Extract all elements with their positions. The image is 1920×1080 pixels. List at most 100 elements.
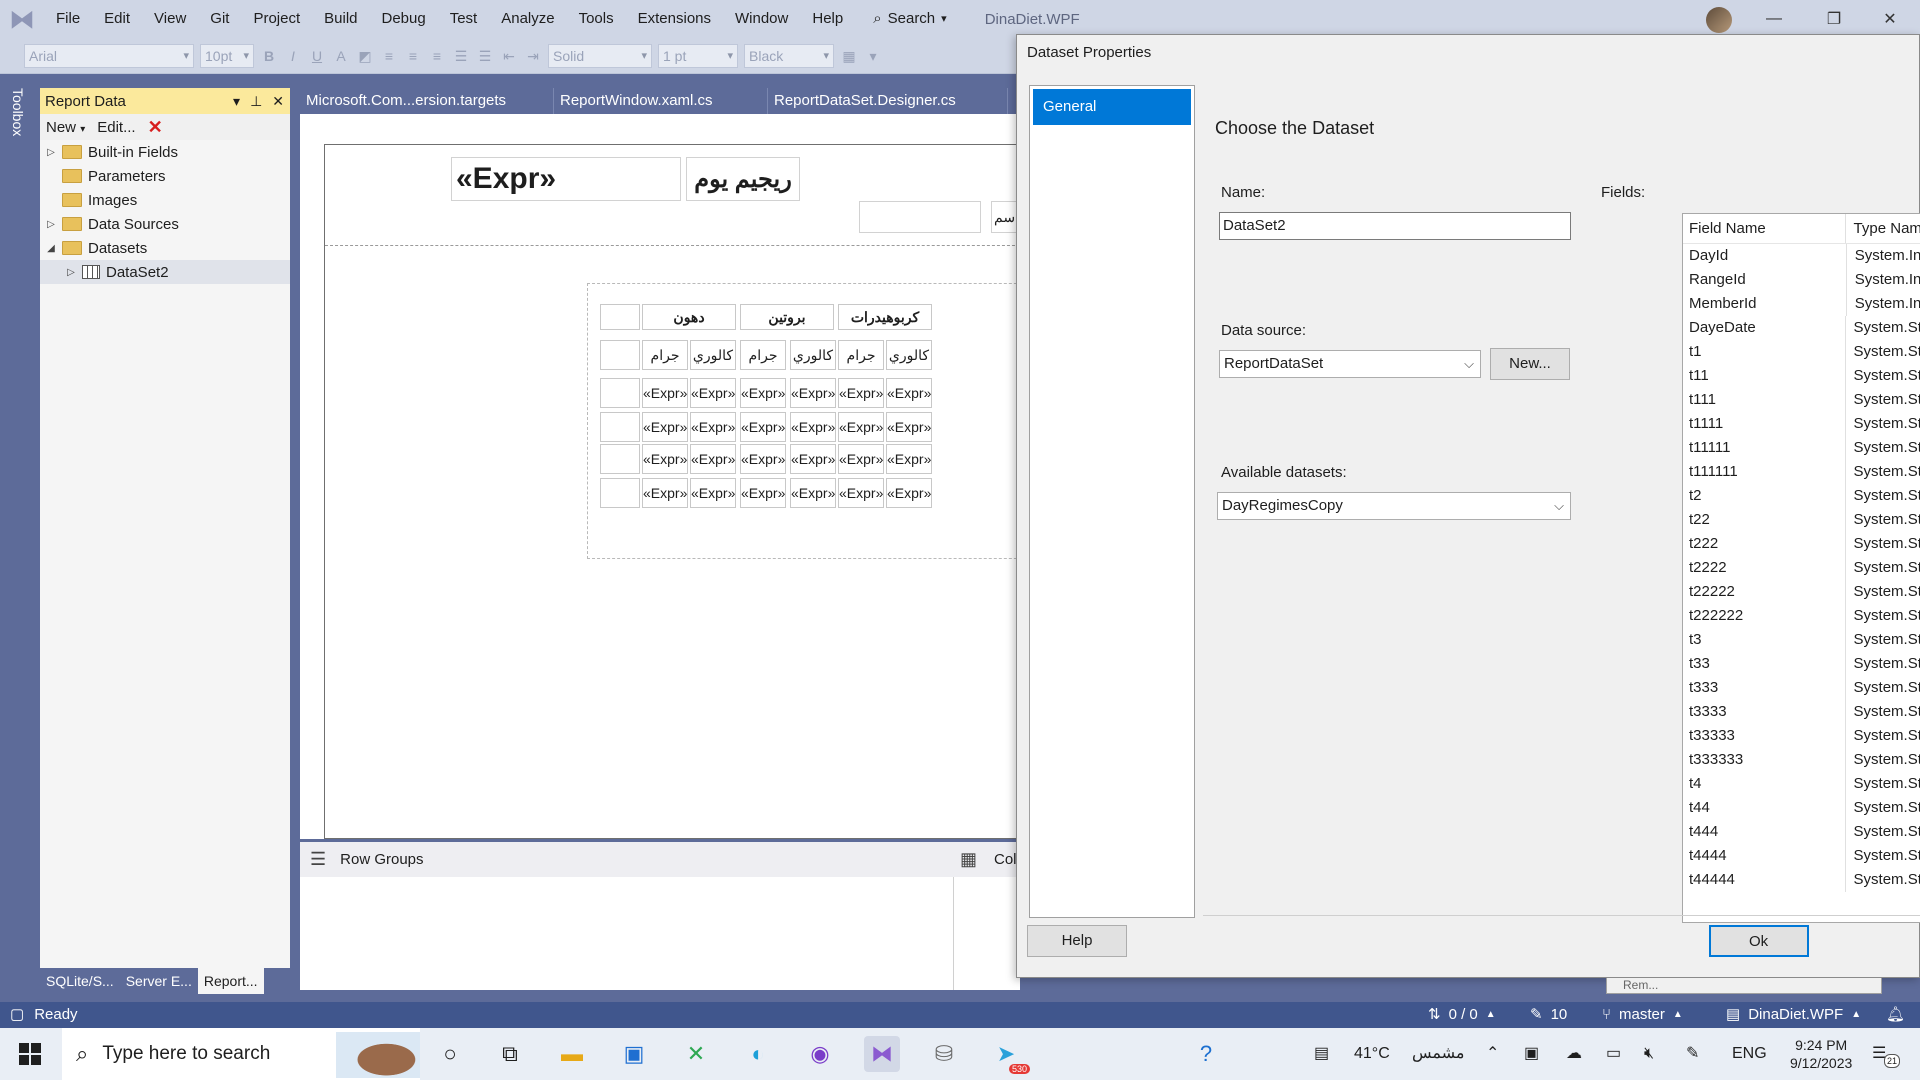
table-row[interactable]: t4444 System.St xyxy=(1683,844,1920,868)
expand-icon[interactable]: ▷ xyxy=(44,147,58,158)
chevron-up-icon[interactable]: ⌃ xyxy=(1486,1028,1499,1080)
table-row[interactable]: t111111 System.St xyxy=(1683,460,1920,484)
table-row[interactable]: t222 System.St xyxy=(1683,532,1920,556)
avatar[interactable] xyxy=(1706,7,1732,33)
name-field[interactable]: DataSet2 xyxy=(1219,212,1571,240)
visual-studio-logo-icon[interactable]: ⧓ xyxy=(0,0,44,38)
tablix-expression-cell[interactable]: «Expr» xyxy=(642,478,688,508)
table-row[interactable]: t4 System.St xyxy=(1683,772,1920,796)
table-row[interactable]: t2222 System.St xyxy=(1683,556,1920,580)
panel-dropdown-icon[interactable]: ▾ xyxy=(233,93,240,110)
database-icon[interactable]: ⛁ xyxy=(926,1036,962,1072)
table-row[interactable]: MemberId System.In xyxy=(1683,292,1920,316)
tablix-expression-cell[interactable]: «Expr» xyxy=(690,444,736,474)
menu-item[interactable]: Analyze xyxy=(489,0,566,38)
underline-icon[interactable]: U xyxy=(308,45,326,67)
align-left-icon[interactable]: ≡ xyxy=(380,45,398,67)
table-row[interactable]: t33333 System.St xyxy=(1683,724,1920,748)
delete-icon[interactable]: ✕ xyxy=(148,117,163,138)
tablix-expression-cell[interactable]: «Expr» xyxy=(838,378,884,408)
tablix-expression-cell[interactable]: «Expr» xyxy=(790,478,836,508)
table-row[interactable]: t3333 System.St xyxy=(1683,700,1920,724)
toolbar-overflow-icon[interactable]: ▾ xyxy=(864,45,882,67)
tablix-expression-cell[interactable]: «Expr» xyxy=(690,478,736,508)
panel-tab[interactable]: Report... xyxy=(197,968,264,994)
tree-item[interactable]: ▷ Data Sources xyxy=(40,212,290,236)
tablix-row-header-cell[interactable] xyxy=(600,444,640,474)
help-app-icon[interactable]: ? xyxy=(1188,1036,1224,1072)
tablix-row-header-cell[interactable] xyxy=(600,340,640,370)
table-row[interactable]: RangeId System.In xyxy=(1683,268,1920,292)
menu-item[interactable]: Tools xyxy=(567,0,626,38)
borders-icon[interactable]: ▦ xyxy=(840,45,858,67)
document-tab[interactable]: ReportWindow.xaml.cs xyxy=(554,88,768,114)
cortana-icon[interactable]: ○ xyxy=(432,1036,468,1072)
column-header-type-name[interactable]: Type Nam xyxy=(1846,214,1920,243)
tablix-expression-cell[interactable]: «Expr» xyxy=(740,478,786,508)
microsoft-store-icon[interactable]: ▣ xyxy=(616,1036,652,1072)
table-row[interactable]: t1111 System.St xyxy=(1683,412,1920,436)
menu-item[interactable]: Git xyxy=(198,0,241,38)
table-row[interactable]: t444 System.St xyxy=(1683,820,1920,844)
git-changes-indicator[interactable]: ⇅ 0 / 0 ▲ xyxy=(1428,1002,1496,1028)
volume-muted-icon[interactable]: 🔇︎ xyxy=(1644,1028,1654,1080)
taskbar-search-box[interactable]: ⌕ Type here to search xyxy=(62,1028,420,1080)
tablix-expression-cell[interactable]: «Expr» xyxy=(838,412,884,442)
align-right-icon[interactable]: ≡ xyxy=(428,45,446,67)
language-indicator[interactable]: ENG xyxy=(1732,1028,1767,1080)
available-datasets-select[interactable]: DayRegimesCopy ⌵ xyxy=(1217,492,1571,520)
menu-item[interactable]: Edit xyxy=(92,0,142,38)
help-button[interactable]: Help xyxy=(1027,925,1127,957)
new-button[interactable]: New ▾ xyxy=(46,119,85,136)
tree-item[interactable]: ▷ Built-in Fields xyxy=(40,140,290,164)
file-explorer-icon[interactable]: ▬ xyxy=(554,1036,590,1072)
empty-textbox[interactable] xyxy=(859,201,981,233)
datasource-select[interactable]: ReportDataSet ⌵ xyxy=(1219,350,1481,378)
menu-item[interactable]: Build xyxy=(312,0,369,38)
onedrive-icon[interactable]: ☁ xyxy=(1566,1028,1582,1080)
tablix-row-header-cell[interactable] xyxy=(600,304,640,330)
table-row[interactable]: t11 System.St xyxy=(1683,364,1920,388)
document-tab[interactable]: Microsoft.Com...ersion.targets xyxy=(300,88,554,114)
tablix-subheader-cell[interactable]: جرام xyxy=(740,340,786,370)
menu-item[interactable]: Project xyxy=(241,0,312,38)
table-row[interactable]: t22 System.St xyxy=(1683,508,1920,532)
border-style-combo[interactable]: Solid xyxy=(548,43,652,68)
repository-selector[interactable]: ▤ DinaDiet.WPF ▲ xyxy=(1726,1002,1861,1028)
tablix-row-header-cell[interactable] xyxy=(600,412,640,442)
table-row[interactable]: t44444 System.St xyxy=(1683,868,1920,892)
menu-item[interactable]: Extensions xyxy=(626,0,723,38)
table-row[interactable]: t44 System.St xyxy=(1683,796,1920,820)
border-color-combo[interactable]: Black xyxy=(744,43,834,68)
table-row[interactable]: DayId System.In xyxy=(1683,244,1920,268)
tree-item[interactable]: Parameters xyxy=(40,164,290,188)
tablix[interactable]: دهون بروتين كربوهيدرات جرام كالوري جرام كالوري… xyxy=(587,283,1020,559)
tablix-subheader-cell[interactable]: جرام xyxy=(838,340,884,370)
tablix-expression-cell[interactable]: «Expr» xyxy=(690,378,736,408)
pen-icon[interactable]: ✎ xyxy=(1686,1028,1699,1080)
tablix-header-cell[interactable]: كربوهيدرات xyxy=(838,304,932,330)
expand-icon[interactable]: ▷ xyxy=(64,267,78,278)
table-row[interactable]: t333333 System.St xyxy=(1683,748,1920,772)
pin-icon[interactable]: ⊥ xyxy=(250,93,262,110)
close-button[interactable]: ✕ xyxy=(1860,0,1920,38)
pending-edits-indicator[interactable]: ✎ 10 xyxy=(1530,1002,1567,1028)
menu-item[interactable]: Help xyxy=(800,0,855,38)
document-tab[interactable]: ReportDataSet.Designer.cs xyxy=(768,88,1008,114)
italic-icon[interactable]: I xyxy=(284,45,302,67)
edge-icon[interactable]: ◐ xyxy=(740,1036,776,1072)
ok-button[interactable]: Ok xyxy=(1709,925,1809,957)
task-view-icon[interactable]: ⧉ xyxy=(492,1036,528,1072)
tablix-subheader-cell[interactable]: كالوري xyxy=(790,340,836,370)
expand-icon[interactable]: ◢ xyxy=(44,243,58,254)
font-size-combo[interactable]: 10pt xyxy=(200,43,254,68)
panel-tab[interactable]: Server E... xyxy=(120,968,198,994)
tablix-expression-cell[interactable]: «Expr» xyxy=(690,412,736,442)
border-width-combo[interactable]: 1 pt xyxy=(658,43,738,68)
close-icon[interactable]: ✕ xyxy=(272,93,284,110)
table-row[interactable]: DayeDate System.St xyxy=(1683,316,1920,340)
expand-icon[interactable]: ▷ xyxy=(44,219,58,230)
table-row[interactable]: t11111 System.St xyxy=(1683,436,1920,460)
notification-center-icon[interactable]: ☰ 21 xyxy=(1872,1028,1901,1080)
font-color-icon[interactable]: A xyxy=(332,45,350,67)
